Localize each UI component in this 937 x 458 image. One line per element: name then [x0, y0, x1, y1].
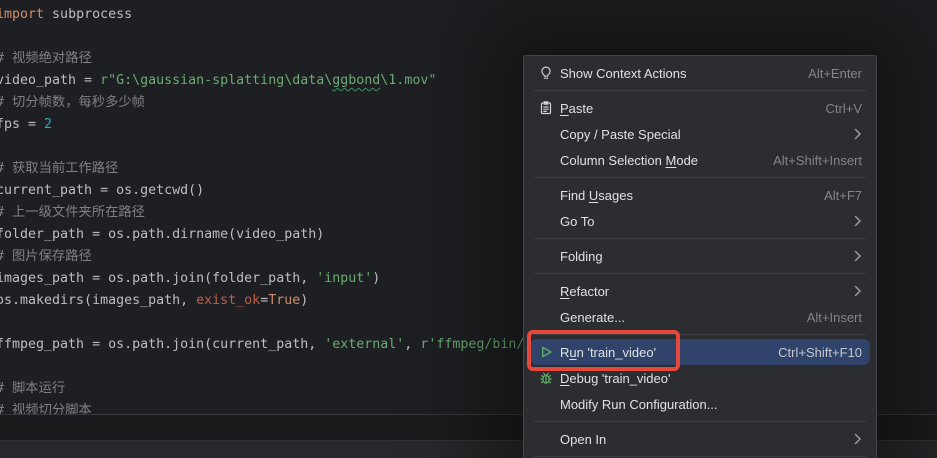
- menu-item-generate[interactable]: Generate... Alt+Insert: [530, 304, 870, 330]
- blank-icon: [538, 283, 554, 299]
- menu-separator: [534, 334, 866, 335]
- ide-window: import osimport subprocess# 视频绝对路径video_…: [0, 0, 937, 458]
- menu-item-label: Folding: [560, 249, 603, 264]
- chevron-right-icon: [854, 215, 862, 227]
- blank-icon: [538, 248, 554, 264]
- chevron-right-icon: [854, 285, 862, 297]
- debug-icon: [538, 370, 554, 386]
- blank-icon: [538, 309, 554, 325]
- code-line: folder_path = os.path.dirname(video_path…: [0, 224, 524, 246]
- code-lines: import osimport subprocess# 视频绝对路径video_…: [0, 0, 524, 414]
- menu-separator: [534, 90, 866, 91]
- menu-item-copy-paste-special[interactable]: Copy / Paste Special: [530, 121, 870, 147]
- code-line: ffmpeg_path = os.path.join(current_path,…: [0, 334, 524, 356]
- menu-item-shortcut: Alt+Insert: [807, 310, 862, 325]
- run-icon: [538, 344, 554, 360]
- menu-item-column-selection-mode[interactable]: Column Selection Mode Alt+Shift+Insert: [530, 147, 870, 173]
- menu-item-label: Open In: [560, 432, 606, 447]
- code-line: [0, 356, 524, 378]
- code-line: # 视频切分脚本: [0, 400, 524, 414]
- menu-item-folding[interactable]: Folding: [530, 243, 870, 269]
- menu-item-shortcut: Ctrl+Shift+F10: [778, 345, 862, 360]
- blank-icon: [538, 187, 554, 203]
- code-line: os.makedirs(images_path, exist_ok=True): [0, 290, 524, 312]
- code-line: [0, 136, 524, 158]
- code-line: # 上一级文件夹所在路径: [0, 202, 524, 224]
- menu-separator: [534, 177, 866, 178]
- menu-item-label: Go To: [560, 214, 594, 229]
- menu-separator: [534, 238, 866, 239]
- code-line: fps = 2: [0, 114, 524, 136]
- menu-item-shortcut: Alt+F7: [824, 188, 862, 203]
- menu-separator: [534, 273, 866, 274]
- blank-icon: [538, 431, 554, 447]
- code-line: current_path = os.getcwd(): [0, 180, 524, 202]
- blank-icon: [538, 152, 554, 168]
- menu-item-run-train-video[interactable]: Run 'train_video' Ctrl+Shift+F10: [530, 339, 870, 365]
- menu-item-shortcut: Ctrl+V: [826, 101, 862, 116]
- menu-item-label: Refactor: [560, 284, 609, 299]
- chevron-right-icon: [854, 433, 862, 445]
- menu-item-show-context-actions[interactable]: Show Context Actions Alt+Enter: [530, 60, 870, 86]
- menu-item-label: Find Usages: [560, 188, 633, 203]
- menu-item-label: Generate...: [560, 310, 625, 325]
- menu-separator: [534, 421, 866, 422]
- paste-icon: [538, 100, 554, 116]
- code-line: # 图片保存路径: [0, 246, 524, 268]
- menu-item-debug-train-video[interactable]: Debug 'train_video': [530, 365, 870, 391]
- menu-item-find-usages[interactable]: Find Usages Alt+F7: [530, 182, 870, 208]
- code-line: # 视频绝对路径: [0, 48, 524, 70]
- menu-item-paste[interactable]: Paste Ctrl+V: [530, 95, 870, 121]
- blank-icon: [538, 396, 554, 412]
- menu-item-label: Copy / Paste Special: [560, 127, 681, 142]
- menu-item-refactor[interactable]: Refactor: [530, 278, 870, 304]
- code-line: # 脚本运行: [0, 378, 524, 400]
- code-line: # 获取当前工作路径: [0, 158, 524, 180]
- menu-item-label: Run 'train_video': [560, 345, 656, 360]
- lightbulb-icon: [538, 65, 554, 81]
- menu-item-shortcut: Alt+Enter: [808, 66, 862, 81]
- menu-item-open-in[interactable]: Open In: [530, 426, 870, 452]
- code-line: video_path = r"G:\gaussian-splatting\dat…: [0, 70, 524, 92]
- chevron-right-icon: [854, 128, 862, 140]
- code-line: [0, 26, 524, 48]
- blank-icon: [538, 213, 554, 229]
- menu-item-label: Paste: [560, 101, 593, 116]
- blank-icon: [538, 126, 554, 142]
- editor-context-menu: Show Context Actions Alt+Enter Paste Ctrl+V…: [523, 55, 877, 458]
- menu-item-label: Column Selection Mode: [560, 153, 698, 168]
- code-line: import subprocess: [0, 4, 524, 26]
- code-line: [0, 312, 524, 334]
- menu-item-label: Modify Run Configuration...: [560, 397, 718, 412]
- menu-separator: [534, 456, 866, 457]
- menu-item-modify-run-configuration[interactable]: Modify Run Configuration...: [530, 391, 870, 417]
- menu-item-label: Debug 'train_video': [560, 371, 670, 386]
- code-line: # 切分帧数，每秒多少帧: [0, 92, 524, 114]
- menu-item-label: Show Context Actions: [560, 66, 686, 81]
- code-line: images_path = os.path.join(folder_path, …: [0, 268, 524, 290]
- chevron-right-icon: [854, 250, 862, 262]
- menu-item-shortcut: Alt+Shift+Insert: [773, 153, 862, 168]
- menu-item-go-to[interactable]: Go To: [530, 208, 870, 234]
